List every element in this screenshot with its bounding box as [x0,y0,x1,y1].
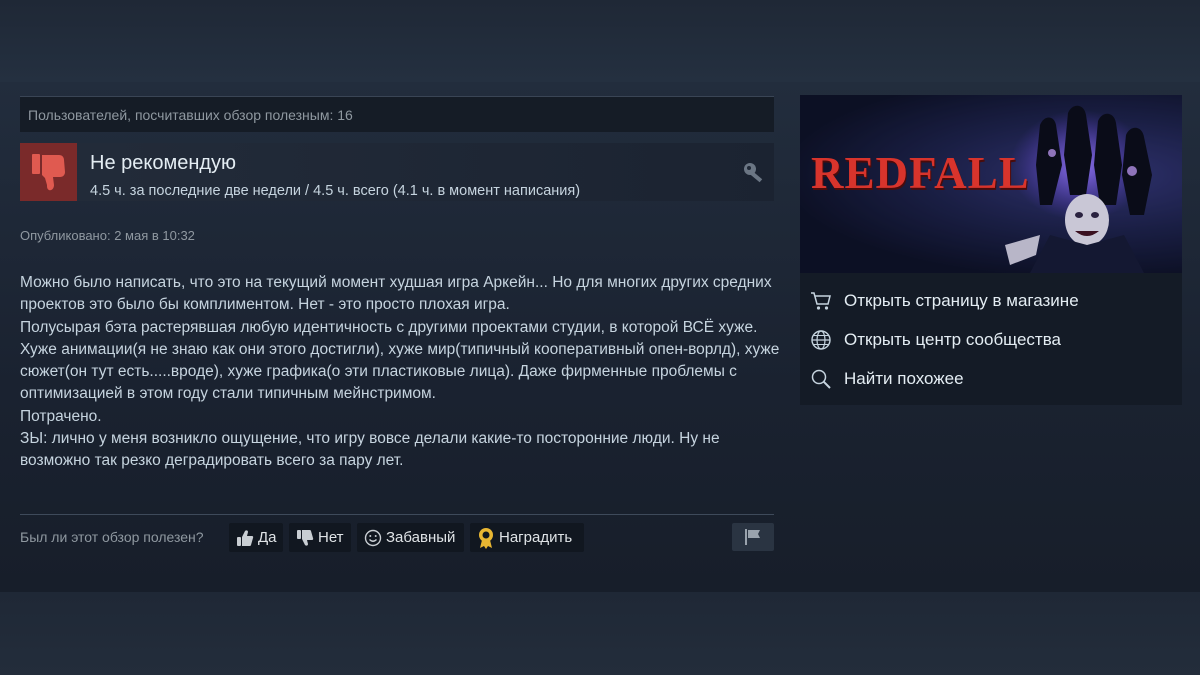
vote-funny-button[interactable]: Забавный [357,523,464,552]
thumbs-down-icon [297,529,314,546]
vote-yes-button[interactable]: Да [229,523,283,552]
award-label: Наградить [499,529,573,546]
thumbs-down-badge [20,143,77,201]
key-icon [744,163,763,183]
review-paragraph: Потрачено. [20,407,102,425]
find-similar-link[interactable]: Найти похожее [800,360,1182,398]
game-panel: REDFALL Открыть страницу в магазине Откр… [800,95,1182,405]
review-header: Не рекомендую 4.5 ч. за последние две не… [20,143,774,201]
thumbs-up-icon [237,529,254,546]
divider [20,514,774,515]
vote-yes-label: Да [258,529,277,546]
open-store-page-link[interactable]: Открыть страницу в магазине [800,282,1182,320]
cart-icon [811,292,831,310]
posted-date: Опубликовано: 2 мая в 10:32 [20,228,195,243]
thumbs-down-icon [31,154,65,191]
game-logo: REDFALL [811,148,1030,198]
cart-icon-wrap [809,289,833,313]
review-paragraph: Полусырая бэта растерявшая любую идентич… [20,318,780,403]
review-verdict: Не рекомендую [90,152,237,174]
playtime-hours: 4.5 ч. за последние две недели / 4.5 ч. … [90,183,581,199]
top-background [0,0,1200,82]
award-button[interactable]: Наградить [470,523,584,552]
globe-icon-wrap [809,328,833,352]
vote-row: Был ли этот обзор полезен? Да Нет Забавн… [20,522,774,552]
vote-funny-label: Забавный [386,529,456,546]
find-similar-label: Найти похожее [844,369,964,388]
vote-no-button[interactable]: Нет [289,523,351,552]
game-capsule-image[interactable]: REDFALL [800,95,1182,273]
report-button[interactable] [732,523,774,551]
search-icon-wrap [809,367,833,391]
open-community-hub-label: Открыть центр сообщества [844,330,1062,349]
review-paragraph: ЗЫ: лично у меня возникло ощущение, что … [20,430,720,470]
review-text: Можно было написать, что это на текущий … [20,272,780,473]
helpful-question: Был ли этот обзор полезен? [20,529,204,545]
helpful-count: Пользователей, посчитавших обзор полезны… [20,96,774,132]
review-paragraph: Можно было написать, что это на текущий … [20,274,772,314]
flag-icon [745,529,760,545]
search-icon [811,369,831,389]
open-community-hub-link[interactable]: Открыть центр сообщества [800,321,1182,359]
vote-no-label: Нет [318,529,344,546]
globe-icon [811,330,831,350]
award-icon [479,527,493,549]
smiley-icon [364,529,382,546]
bottom-background [0,592,1200,675]
open-store-page-label: Открыть страницу в магазине [844,291,1079,310]
